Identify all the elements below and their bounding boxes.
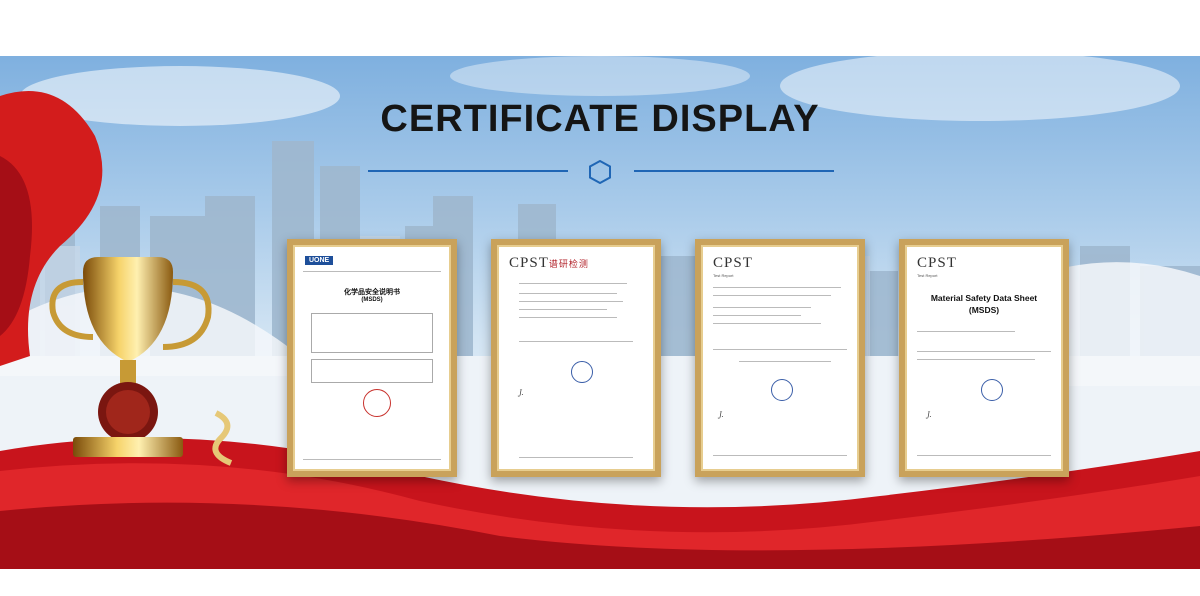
signature: J. xyxy=(719,411,724,419)
title-divider-right xyxy=(634,170,834,172)
hexagon-icon xyxy=(589,159,611,185)
signature: J. xyxy=(927,411,932,419)
certificate-1-title-en: (MSDS) xyxy=(361,297,383,303)
certificate-2[interactable]: CPST谱研检测 J. xyxy=(491,239,661,477)
signature: J. xyxy=(519,389,524,397)
blue-seal xyxy=(981,379,1003,401)
cpst-logo: CPST xyxy=(713,255,753,271)
hero-banner: CERTIFICATE DISPLAY UONE 化学品安全说明书 (MSDS) xyxy=(0,56,1200,569)
blue-seal xyxy=(571,361,593,383)
title-divider-left xyxy=(368,170,568,172)
cpst-logo: CPST xyxy=(917,255,957,271)
certificate-1-table xyxy=(311,313,433,353)
ribbon-icon xyxy=(212,410,233,466)
certificate-4[interactable]: CPST Test Report Material Safety Data Sh… xyxy=(899,239,1069,477)
blue-seal xyxy=(771,379,793,401)
cpst-logo: CPST谱研检测 xyxy=(509,255,589,271)
uone-logo: UONE xyxy=(305,256,334,265)
page-title: CERTIFICATE DISPLAY xyxy=(380,98,820,140)
red-seal xyxy=(363,389,391,417)
certificate-1-title-cn: 化学品安全说明书 xyxy=(344,289,400,296)
certificate-4-title: Material Safety Data Sheet xyxy=(930,293,1038,303)
certificate-1[interactable]: UONE 化学品安全说明书 (MSDS) xyxy=(287,239,457,477)
certificate-4-title-sub: (MSDS) xyxy=(968,305,1000,315)
certificate-3[interactable]: CPST Test Report J. xyxy=(695,239,865,477)
